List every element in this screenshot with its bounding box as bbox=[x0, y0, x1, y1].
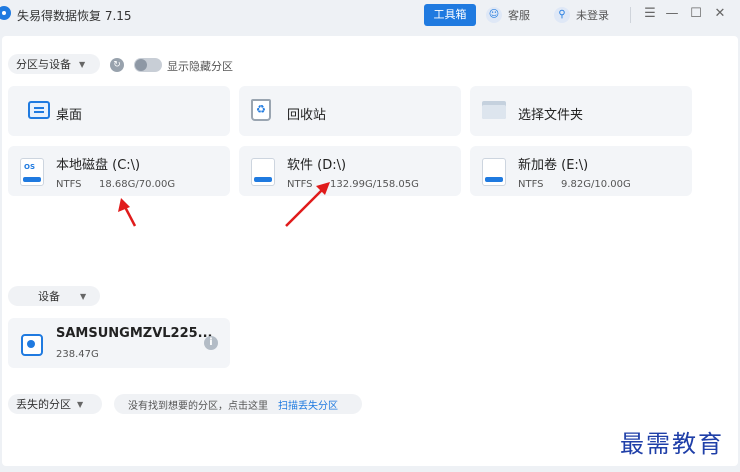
red-arrow-c bbox=[118, 198, 137, 227]
red-arrow-d bbox=[285, 182, 330, 227]
watermark-text: 最需教育 bbox=[620, 430, 724, 458]
annotation-arrows bbox=[118, 182, 330, 227]
